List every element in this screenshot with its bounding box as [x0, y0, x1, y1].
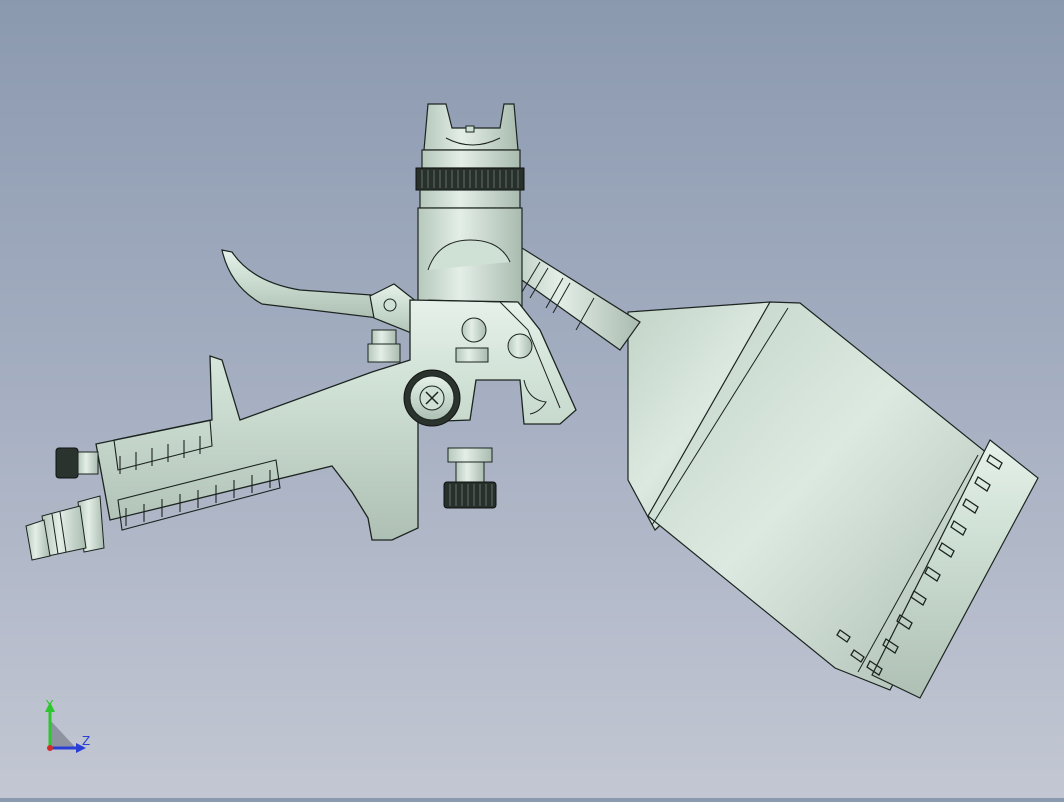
trigger	[221, 249, 441, 339]
cad-viewport[interactable]	[0, 0, 1064, 798]
air-cap-assembly	[415, 103, 525, 309]
z-axis-label: Z	[82, 734, 91, 748]
fan-control-knob	[403, 369, 461, 427]
paint-cup	[504, 247, 1039, 699]
axis-triad: Y Z	[36, 698, 106, 762]
fluid-control-knob	[443, 447, 497, 509]
gun-body	[95, 299, 577, 541]
air-inlet-fitting	[25, 447, 105, 561]
y-axis-label: Y	[46, 698, 54, 712]
